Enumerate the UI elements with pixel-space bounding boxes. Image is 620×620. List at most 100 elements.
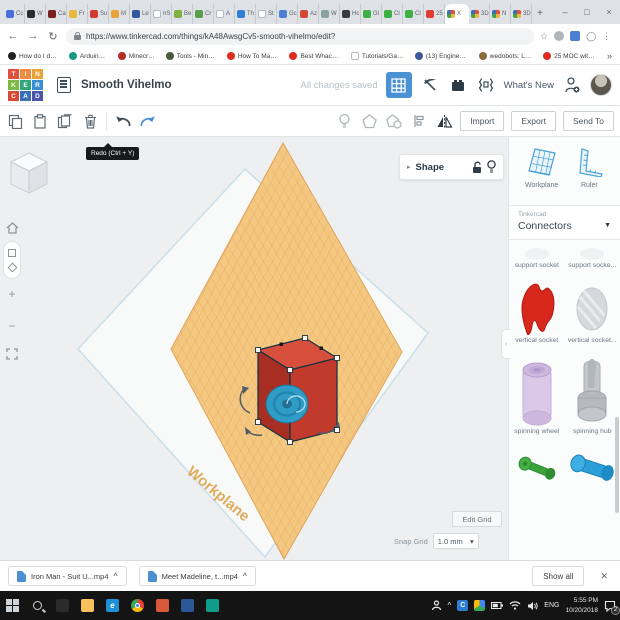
show-all-button[interactable]: Show all xyxy=(532,566,584,586)
3d-design-button[interactable] xyxy=(386,72,412,98)
sidebar-scrollbar[interactable] xyxy=(615,417,619,513)
browser-tab[interactable]: Cc xyxy=(4,4,25,24)
bookmark-item[interactable]: MinecraftEdu xyxy=(118,52,155,60)
browser-tab[interactable]: Az xyxy=(298,4,319,24)
design-menu-icon[interactable] xyxy=(57,77,71,93)
profile-icon[interactable]: ◯ xyxy=(586,31,596,42)
group-icon[interactable] xyxy=(360,112,378,130)
import-button[interactable]: Import xyxy=(460,111,504,131)
extension-icon[interactable] xyxy=(554,31,564,41)
bookmark-item[interactable]: How To Make a Sim xyxy=(227,52,279,60)
browser-tab[interactable]: Th xyxy=(235,4,256,24)
close-downloads-icon[interactable]: ✕ xyxy=(596,571,612,582)
download-item[interactable]: Iron Man - Suit U...mp4 ^ xyxy=(8,566,127,586)
home-view-icon[interactable] xyxy=(3,219,21,237)
minecraft-export-icon[interactable] xyxy=(420,75,440,95)
drive-tray-icon[interactable] xyxy=(474,600,485,611)
bookmark-item[interactable]: 25 MOC with Lego 4 xyxy=(543,52,596,60)
invite-person-icon[interactable] xyxy=(562,75,582,95)
battery-icon[interactable] xyxy=(491,601,503,610)
browser-tab[interactable]: Ca xyxy=(46,4,67,24)
download-item[interactable]: Meet Madeline, t...mp4 ^ xyxy=(139,566,256,586)
shape-item-support-socket[interactable]: support socket xyxy=(509,246,565,269)
zoom-in-icon[interactable]: + xyxy=(3,285,21,303)
shape-item-spinning-hub[interactable]: spinning hub xyxy=(565,358,620,435)
browser-tab[interactable]: A xyxy=(214,4,235,24)
blue-wheel-shape[interactable] xyxy=(266,385,308,423)
show-all-lightbulb-icon[interactable] xyxy=(335,112,353,130)
browser-tab[interactable]: Fr xyxy=(67,4,88,24)
copy-icon[interactable] xyxy=(6,112,24,130)
redo-icon[interactable] xyxy=(139,112,157,130)
browser-tab[interactable]: Be xyxy=(172,4,193,24)
align-icon[interactable] xyxy=(410,112,428,130)
brick-export-icon[interactable] xyxy=(448,75,468,95)
close-button[interactable]: × xyxy=(598,0,620,24)
onenote-tray-icon[interactable]: C xyxy=(457,600,468,611)
new-tab-button[interactable]: + xyxy=(532,4,548,24)
app-dark-icon[interactable] xyxy=(50,591,75,620)
browser-tab[interactable]: W xyxy=(319,4,340,24)
browser-tab[interactable]: 25 xyxy=(424,4,445,24)
photos-icon[interactable] xyxy=(150,591,175,620)
browser-tab[interactable]: Gc xyxy=(277,4,298,24)
bookmark-item[interactable]: (13) Engineering For xyxy=(415,52,468,60)
duplicate-icon[interactable] xyxy=(56,112,74,130)
workplane-tool[interactable]: Workplane xyxy=(525,147,559,189)
browser-tab[interactable]: Le xyxy=(130,4,151,24)
bookmark-item[interactable]: Tutorials/Galacticraft xyxy=(351,52,404,60)
shape-category-dropdown[interactable]: Tinkercad Connectors▼ xyxy=(509,205,620,240)
action-center-icon[interactable]: 2 xyxy=(604,600,616,612)
forward-icon[interactable]: → xyxy=(26,30,40,42)
browser-tab[interactable]: 3D xyxy=(511,4,532,24)
edit-grid-button[interactable]: Edit Grid xyxy=(452,511,502,527)
people-icon[interactable] xyxy=(431,600,442,611)
maximize-button[interactable]: □ xyxy=(576,0,598,24)
clock[interactable]: 5:55 PM 10/20/2018 xyxy=(565,596,598,616)
volume-icon[interactable] xyxy=(527,601,538,611)
panel-caret-icon[interactable]: ▸ xyxy=(407,163,411,171)
browser-tab[interactable]: X xyxy=(445,4,469,24)
avatar[interactable] xyxy=(590,74,612,96)
snap-grid-dropdown[interactable]: 1.0 mm▾ xyxy=(433,533,479,549)
bookmark-star-icon[interactable]: ☆ xyxy=(540,31,548,42)
start-icon[interactable] xyxy=(0,591,25,620)
bookmark-item[interactable]: Tools - Minecraft W xyxy=(166,52,216,60)
shape-item-vertical-socket[interactable]: vertical socket xyxy=(509,279,565,344)
browser-tab[interactable]: Hc xyxy=(340,4,361,24)
browser-tab[interactable]: Su xyxy=(88,4,109,24)
bookmark-item[interactable]: Arduino - Buy xyxy=(69,52,107,60)
unlock-icon[interactable] xyxy=(472,161,482,174)
file-explorer-icon[interactable] xyxy=(75,591,100,620)
bookmarks-overflow-icon[interactable]: » xyxy=(607,51,612,61)
tray-expand-icon[interactable]: ^ xyxy=(448,601,452,610)
3d-viewport[interactable]: Workplane xyxy=(0,137,508,560)
undo-icon[interactable] xyxy=(114,112,132,130)
bookmark-item[interactable]: wedobots: LEGO® W xyxy=(479,52,532,60)
bookmark-item[interactable]: How do I download xyxy=(8,52,58,60)
shape-inspector-panel[interactable]: ▸ Shape xyxy=(399,154,504,180)
shape-item-vertical-socket-2[interactable]: vertical socket... xyxy=(565,279,620,344)
browser-tab[interactable]: 3D xyxy=(469,4,490,24)
browser-tab[interactable]: Cl xyxy=(382,4,403,24)
export-button[interactable]: Export xyxy=(511,111,556,131)
send-to-button[interactable]: Send To xyxy=(563,111,614,131)
search-icon[interactable] xyxy=(25,591,50,620)
chrome-icon[interactable] xyxy=(125,591,150,620)
edge-icon[interactable]: e xyxy=(100,591,125,620)
zoom-out-icon[interactable]: − xyxy=(3,317,21,335)
reload-icon[interactable]: ↻ xyxy=(46,30,60,43)
browser-tab[interactable]: Cl xyxy=(403,4,424,24)
language-indicator[interactable]: ENG xyxy=(544,602,559,609)
shape-item-spinning-wheel[interactable]: spinning wheel xyxy=(509,358,565,435)
ungroup-icon[interactable] xyxy=(385,112,403,130)
whats-new-link[interactable]: What's New xyxy=(504,80,554,91)
browser-menu-icon[interactable]: ⋮ xyxy=(602,31,611,42)
sidebar-collapse-icon[interactable]: ‹ xyxy=(501,329,510,359)
chevron-up-icon[interactable]: ^ xyxy=(114,573,118,580)
tinkercad-logo[interactable]: TINKERCAD xyxy=(8,69,43,101)
browser-tab[interactable]: Cr xyxy=(193,4,214,24)
calendar-icon[interactable] xyxy=(175,591,200,620)
browser-tab[interactable]: nS xyxy=(151,4,172,24)
back-icon[interactable]: ← xyxy=(6,30,20,42)
